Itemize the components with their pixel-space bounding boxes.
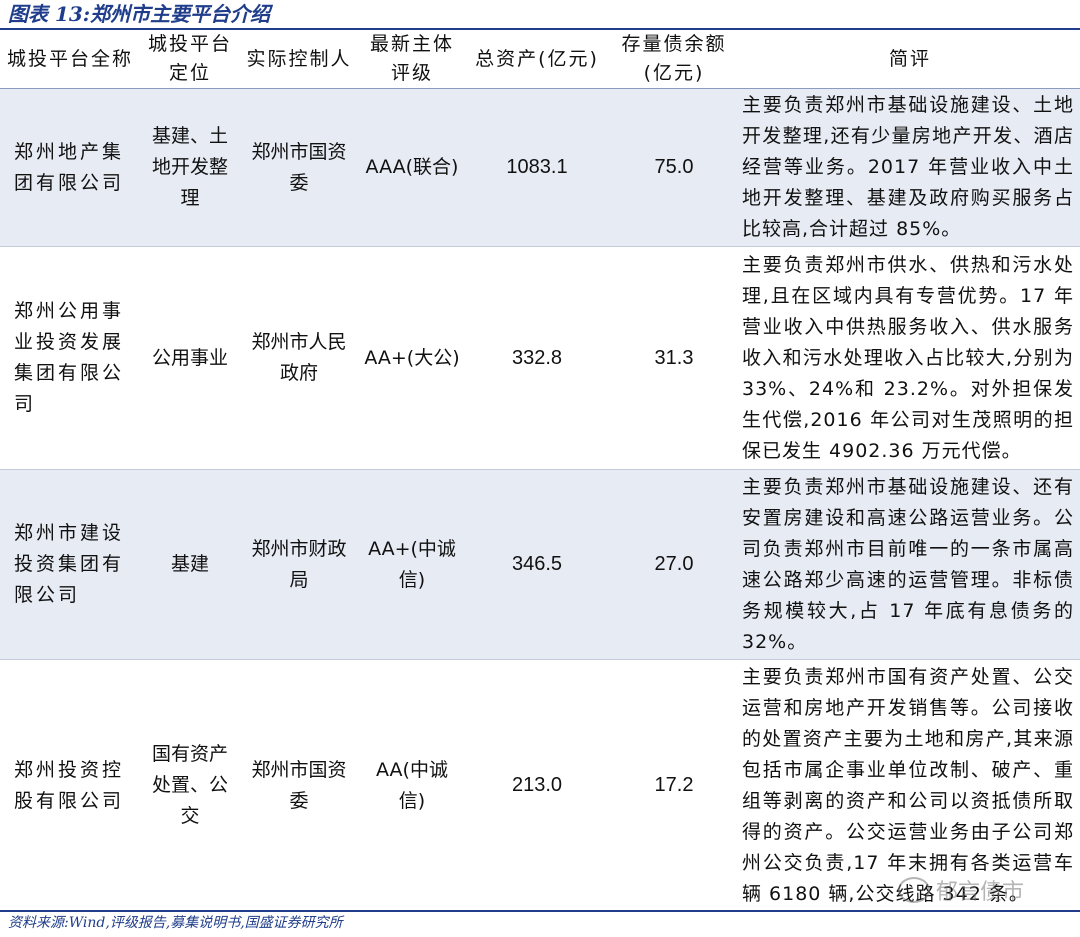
cell-debt: 75.0 [608, 88, 740, 247]
cell-name: 郑州投资控股有限公司 [14, 758, 125, 812]
cell-comment: 主要负责郑州市供水、供热和污水处理,且在区域内具有专营优势。17 年营业收入中供… [742, 253, 1074, 462]
cell-controller: 郑州市国资委 [240, 88, 358, 247]
watermark: 郁言债市 [898, 872, 1068, 908]
cell-position: 国有资产处置、公交 [151, 743, 228, 827]
header-assets: 总资产(亿元) [475, 47, 599, 70]
cell-rating: AA+(大公) [364, 346, 460, 369]
figure-title: 图表 13:郑州市主要平台介绍 [8, 2, 271, 26]
header-controller: 实际控制人 [246, 47, 352, 70]
cell-rating: AAA(联合) [358, 88, 466, 247]
table-row: 郑州地产集团有限公司 基建、土地开发整理 郑州市国资委 AAA(联合) 1083… [0, 88, 1080, 247]
table-row: 郑州市建设投资集团有限公司 基建 郑州市财政局 AA+(中诚信) 346.5 2… [0, 469, 1080, 660]
cell-name: 郑州市建设投资集团有限公司 [0, 469, 140, 660]
table-row: 郑州公用事业投资发展集团有限公司 公用事业 郑州市人民政府 AA+(大公) 33… [0, 247, 1080, 470]
cell-debt: 27.0 [608, 469, 740, 660]
header-name: 城投平台全称 [6, 47, 133, 70]
wechat-icon [898, 877, 930, 903]
cell-assets: 332.8 [511, 346, 563, 369]
cell-position: 基建 [140, 469, 240, 660]
cell-assets: 213.0 [511, 774, 563, 796]
cell-position: 基建、土地开发整理 [140, 88, 240, 247]
cell-assets: 1083.1 [466, 88, 608, 247]
header-position: 城投平台定位 [147, 33, 232, 84]
header-comment: 简评 [888, 47, 931, 70]
cell-rating: AA(中诚信) [376, 758, 448, 812]
header-debt: 存量债余额(亿元) [621, 33, 727, 84]
watermark-text: 郁言债市 [936, 880, 1025, 905]
header-row: 城投平台全称 城投平台定位 实际控制人 最新主体评级 总资产(亿元) 存量债余额… [0, 30, 1080, 89]
header-rating: 最新主体评级 [369, 33, 454, 84]
cell-assets: 346.5 [466, 469, 608, 660]
cell-comment: 主要负责郑州市基础设施建设、土地开发整理,还有少量房地产开发、酒店经营等业务。2… [740, 88, 1080, 247]
cell-rating: AA+(中诚信) [358, 469, 466, 660]
cell-debt: 17.2 [654, 774, 694, 796]
cell-controller: 郑州市国资委 [251, 758, 347, 812]
cell-debt: 31.3 [654, 346, 694, 369]
cell-name: 郑州公用事业投资发展集团有限公司 [14, 300, 125, 415]
cell-comment: 主要负责郑州市基础设施建设、还有安置房建设和高速公路运营业务。公司负责郑州市目前… [740, 469, 1080, 660]
platform-table: 城投平台全称 城投平台定位 实际控制人 最新主体评级 总资产(亿元) 存量债余额… [0, 30, 1080, 912]
cell-controller: 郑州市人民政府 [251, 331, 347, 384]
cell-controller: 郑州市财政局 [240, 469, 358, 660]
source-note: 资料来源:Wind,评级报告,募集说明书,国盛证券研究所 [8, 915, 343, 931]
cell-position: 公用事业 [151, 346, 228, 369]
cell-name: 郑州地产集团有限公司 [0, 88, 140, 247]
